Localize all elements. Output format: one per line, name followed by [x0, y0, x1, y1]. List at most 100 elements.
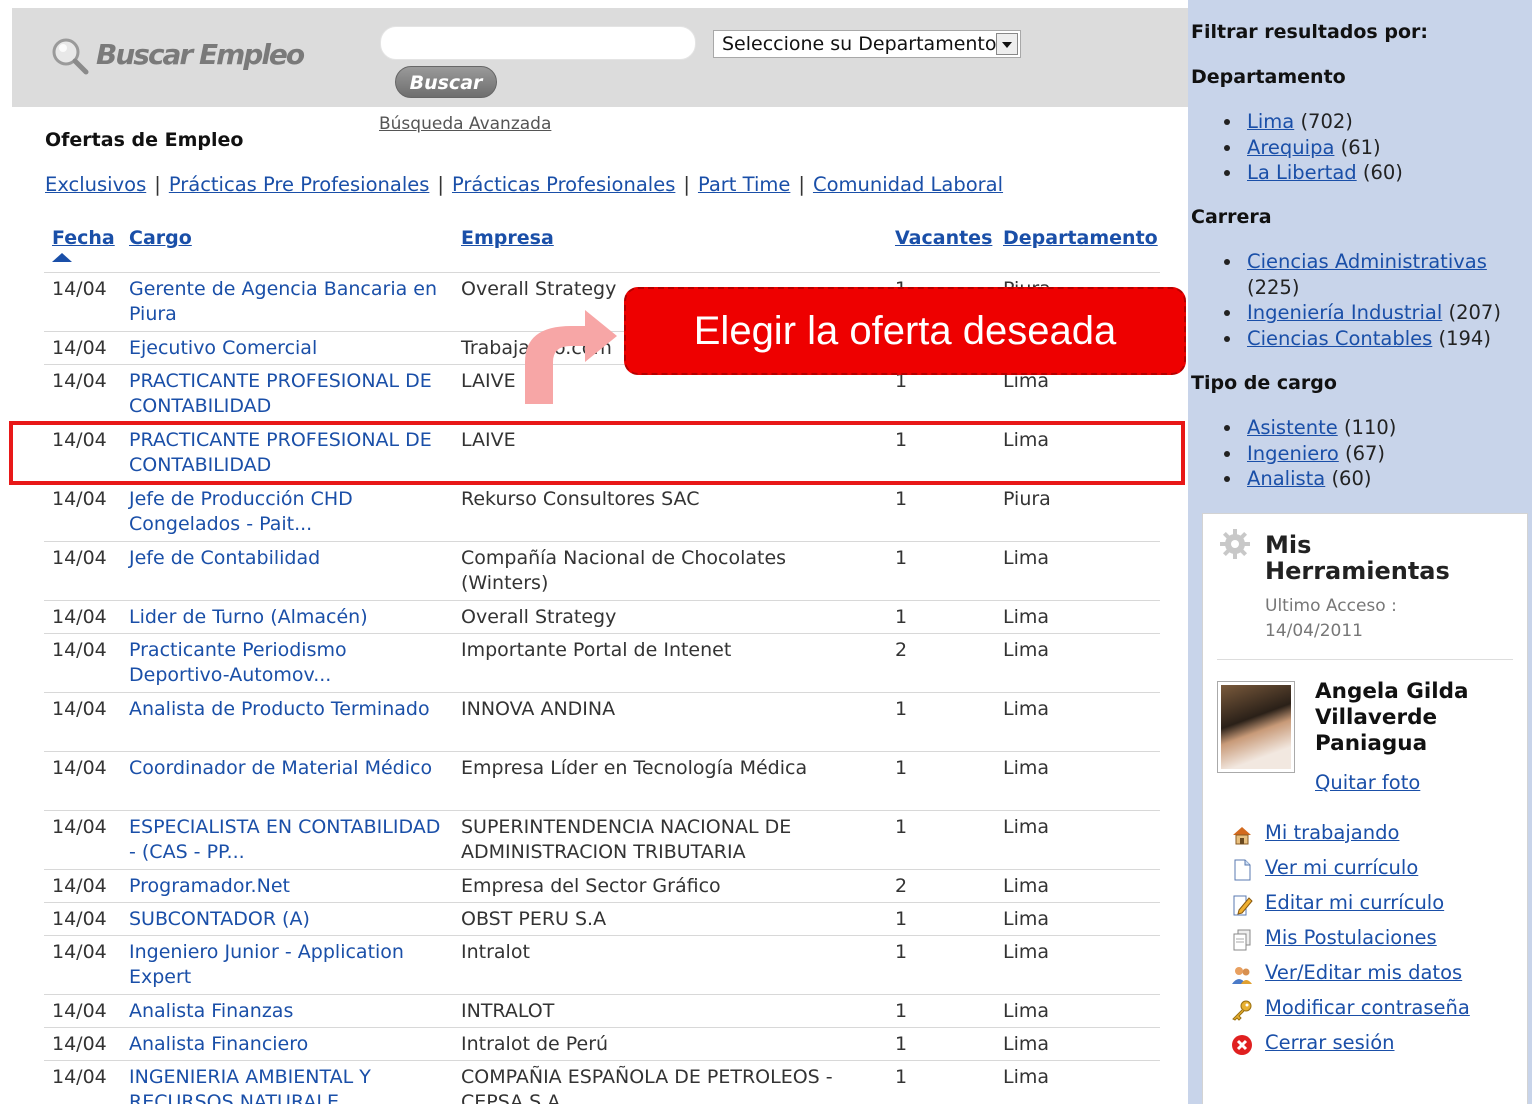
cell-cargo[interactable]: SUBCONTADOR (A): [129, 907, 449, 932]
table-row[interactable]: 14/04 Analista Financiero Intralot de Perú…: [44, 1027, 1160, 1060]
filter-link[interactable]: La Libertad: [1247, 161, 1357, 184]
search-button[interactable]: Buscar: [395, 66, 497, 98]
table-row[interactable]: 14/04 Analista Finanzas INTRALOT 1 Lima: [44, 994, 1160, 1027]
remove-photo-link[interactable]: Quitar foto: [1315, 771, 1420, 794]
cell-fecha: 14/04: [52, 941, 107, 963]
cell-fecha: 14/04: [52, 547, 107, 569]
tool-link-label[interactable]: Cerrar sesión: [1265, 1031, 1395, 1054]
filter-count: (702): [1300, 110, 1353, 133]
table-row[interactable]: 14/04 Jefe de Producción CHD Congelados -…: [44, 482, 1160, 541]
filter-link[interactable]: Ciencias Contables: [1247, 327, 1432, 350]
table-row[interactable]: 14/04 Jefe de Contabilidad Compañía Nacion…: [44, 541, 1160, 600]
tool-link-label[interactable]: Mis Postulaciones: [1265, 926, 1437, 949]
search-bar: Buscar Empleo Seleccione su Departamento…: [12, 8, 1188, 107]
cell-cargo[interactable]: Analista de Producto Terminado: [129, 697, 449, 722]
cell-vacantes: 1: [895, 1000, 908, 1022]
filter-link[interactable]: Ingeniero: [1247, 442, 1339, 465]
cell-fecha: 14/04: [52, 337, 107, 359]
cell-cargo[interactable]: Coordinador de Material Médico: [129, 756, 449, 781]
table-row[interactable]: 14/04 Ingeniero Junior - Application Expe…: [44, 935, 1160, 994]
cell-empresa: Overall Strategy: [461, 606, 617, 628]
cell-vacantes: 1: [895, 488, 908, 510]
filter-heading-carrera: Carrera: [1191, 206, 1272, 228]
column-header-fecha[interactable]: Fecha: [52, 227, 115, 249]
search-input[interactable]: [380, 26, 696, 60]
document-icon: [1231, 859, 1253, 881]
column-header-vacantes[interactable]: Vacantes: [895, 227, 992, 249]
filter-link[interactable]: Ciencias Administrativas: [1247, 250, 1487, 273]
filter-sidebar: Filtrar resultados por: Departamento Lim…: [1188, 0, 1532, 1104]
cell-cargo[interactable]: Gerente de Agencia Bancaria en Piura: [129, 277, 449, 327]
cell-departamento: Lima: [1003, 1066, 1050, 1088]
table-row[interactable]: 14/04 Lider de Turno (Almacén) Overall Str…: [44, 600, 1160, 633]
cell-departamento: Lima: [1003, 757, 1050, 779]
cell-cargo[interactable]: Analista Financiero: [129, 1032, 449, 1057]
cell-cargo[interactable]: Ejecutivo Comercial: [129, 336, 449, 361]
tool-link-label[interactable]: Ver/Editar mis datos: [1265, 961, 1462, 984]
column-header-departamento[interactable]: Departamento: [1003, 227, 1158, 249]
cell-cargo[interactable]: Practicante Periodismo Deportivo-Automov…: [129, 638, 449, 688]
cell-vacantes: 1: [895, 908, 908, 930]
cell-cargo[interactable]: Programador.Net: [129, 874, 449, 899]
key-icon: [1231, 999, 1253, 1021]
category-link-practicas[interactable]: Prácticas Profesionales: [452, 173, 675, 196]
table-row[interactable]: 14/04 INGENIERIA AMBIENTAL Y RECURSOS NAT…: [44, 1060, 1160, 1104]
cell-cargo[interactable]: ESPECIALISTA EN CONTABILIDAD - (CAS - PP…: [129, 815, 449, 865]
tool-link-label[interactable]: Mi trabajando: [1265, 821, 1399, 844]
cell-cargo[interactable]: Analista Finanzas: [129, 999, 449, 1024]
tool-link-label[interactable]: Modificar contraseña: [1265, 996, 1470, 1019]
tool-link-label[interactable]: Ver mi currículo: [1265, 856, 1418, 879]
filter-link[interactable]: Analista: [1247, 467, 1325, 490]
cell-fecha: 14/04: [52, 816, 107, 838]
advanced-search-link[interactable]: Búsqueda Avanzada: [379, 114, 551, 134]
table-header: Fecha Cargo Empresa Vacantes Departament…: [44, 222, 1160, 272]
column-header-empresa[interactable]: Empresa: [461, 227, 554, 249]
cell-cargo[interactable]: Jefe de Contabilidad: [129, 546, 449, 571]
filter-count: (60): [1362, 161, 1403, 184]
table-row[interactable]: 14/04 Programador.Net Empresa del Sector G…: [44, 869, 1160, 902]
filter-link[interactable]: Ingeniería Industrial: [1247, 301, 1442, 324]
table-row[interactable]: 14/04 Analista de Producto Terminado INNOV…: [44, 692, 1160, 751]
list-item: Asistente (110): [1224, 415, 1524, 441]
cell-departamento: Lima: [1003, 639, 1050, 661]
column-header-cargo[interactable]: Cargo: [129, 227, 192, 249]
cell-empresa: Empresa Líder en Tecnología Médica: [461, 757, 808, 779]
filter-title: Filtrar resultados por:: [1191, 21, 1428, 43]
category-link-practicas-pre[interactable]: Prácticas Pre Profesionales: [169, 173, 430, 196]
main-content: Buscar Empleo Seleccione su Departamento…: [9, 0, 1188, 1104]
cell-cargo[interactable]: INGENIERIA AMBIENTAL Y RECURSOS NATURALE…: [129, 1065, 449, 1104]
table-row[interactable]: 14/04 ESPECIALISTA EN CONTABILIDAD - (CAS…: [44, 810, 1160, 869]
cell-vacantes: 1: [895, 816, 908, 838]
cell-fecha: 14/04: [52, 370, 107, 392]
cell-cargo[interactable]: Lider de Turno (Almacén): [129, 605, 449, 630]
category-link-exclusivos[interactable]: Exclusivos: [45, 173, 146, 196]
department-select[interactable]: Seleccione su Departamento: [713, 30, 1021, 58]
filter-link[interactable]: Asistente: [1247, 416, 1338, 439]
filter-count: (225): [1247, 275, 1300, 299]
divider: [1217, 659, 1513, 660]
sort-ascending-icon: [52, 253, 72, 262]
cell-cargo[interactable]: Jefe de Producción CHD Congelados - Pait…: [129, 487, 449, 537]
list-item: Ciencias Contables (194): [1224, 326, 1514, 352]
cell-cargo[interactable]: Ingeniero Junior - Application Expert: [129, 940, 449, 990]
table-row[interactable]: 14/04 SUBCONTADOR (A) OBST PERU S.A 1 Lima: [44, 902, 1160, 935]
filter-count: (207): [1448, 301, 1501, 324]
table-row[interactable]: 14/04 Practicante Periodismo Deportivo-Au…: [44, 633, 1160, 692]
list-item: La Libertad (60): [1224, 160, 1524, 186]
tool-link-label[interactable]: Editar mi currículo: [1265, 891, 1444, 914]
cell-vacantes: 1: [895, 941, 908, 963]
filter-heading-departamento: Departamento: [1191, 66, 1346, 88]
cell-cargo[interactable]: PRACTICANTE PROFESIONAL DE CONTABILIDAD: [129, 369, 449, 419]
last-access: Ultimo Acceso : 14/04/2011: [1265, 596, 1397, 641]
filter-link[interactable]: Arequipa: [1247, 136, 1334, 159]
close-circle-icon: [1231, 1034, 1253, 1056]
cell-empresa: INNOVA ANDINA: [461, 698, 616, 720]
filter-link[interactable]: Lima: [1247, 110, 1294, 133]
edit-document-icon: [1231, 894, 1253, 916]
table-row[interactable]: 14/04 Coordinador de Material Médico Empre…: [44, 751, 1160, 810]
cell-departamento: Lima: [1003, 698, 1050, 720]
category-link-comunidad[interactable]: Comunidad Laboral: [813, 173, 1003, 196]
cell-departamento: Lima: [1003, 606, 1050, 628]
chevron-down-icon[interactable]: [996, 33, 1018, 55]
category-link-part-time[interactable]: Part Time: [698, 173, 790, 196]
